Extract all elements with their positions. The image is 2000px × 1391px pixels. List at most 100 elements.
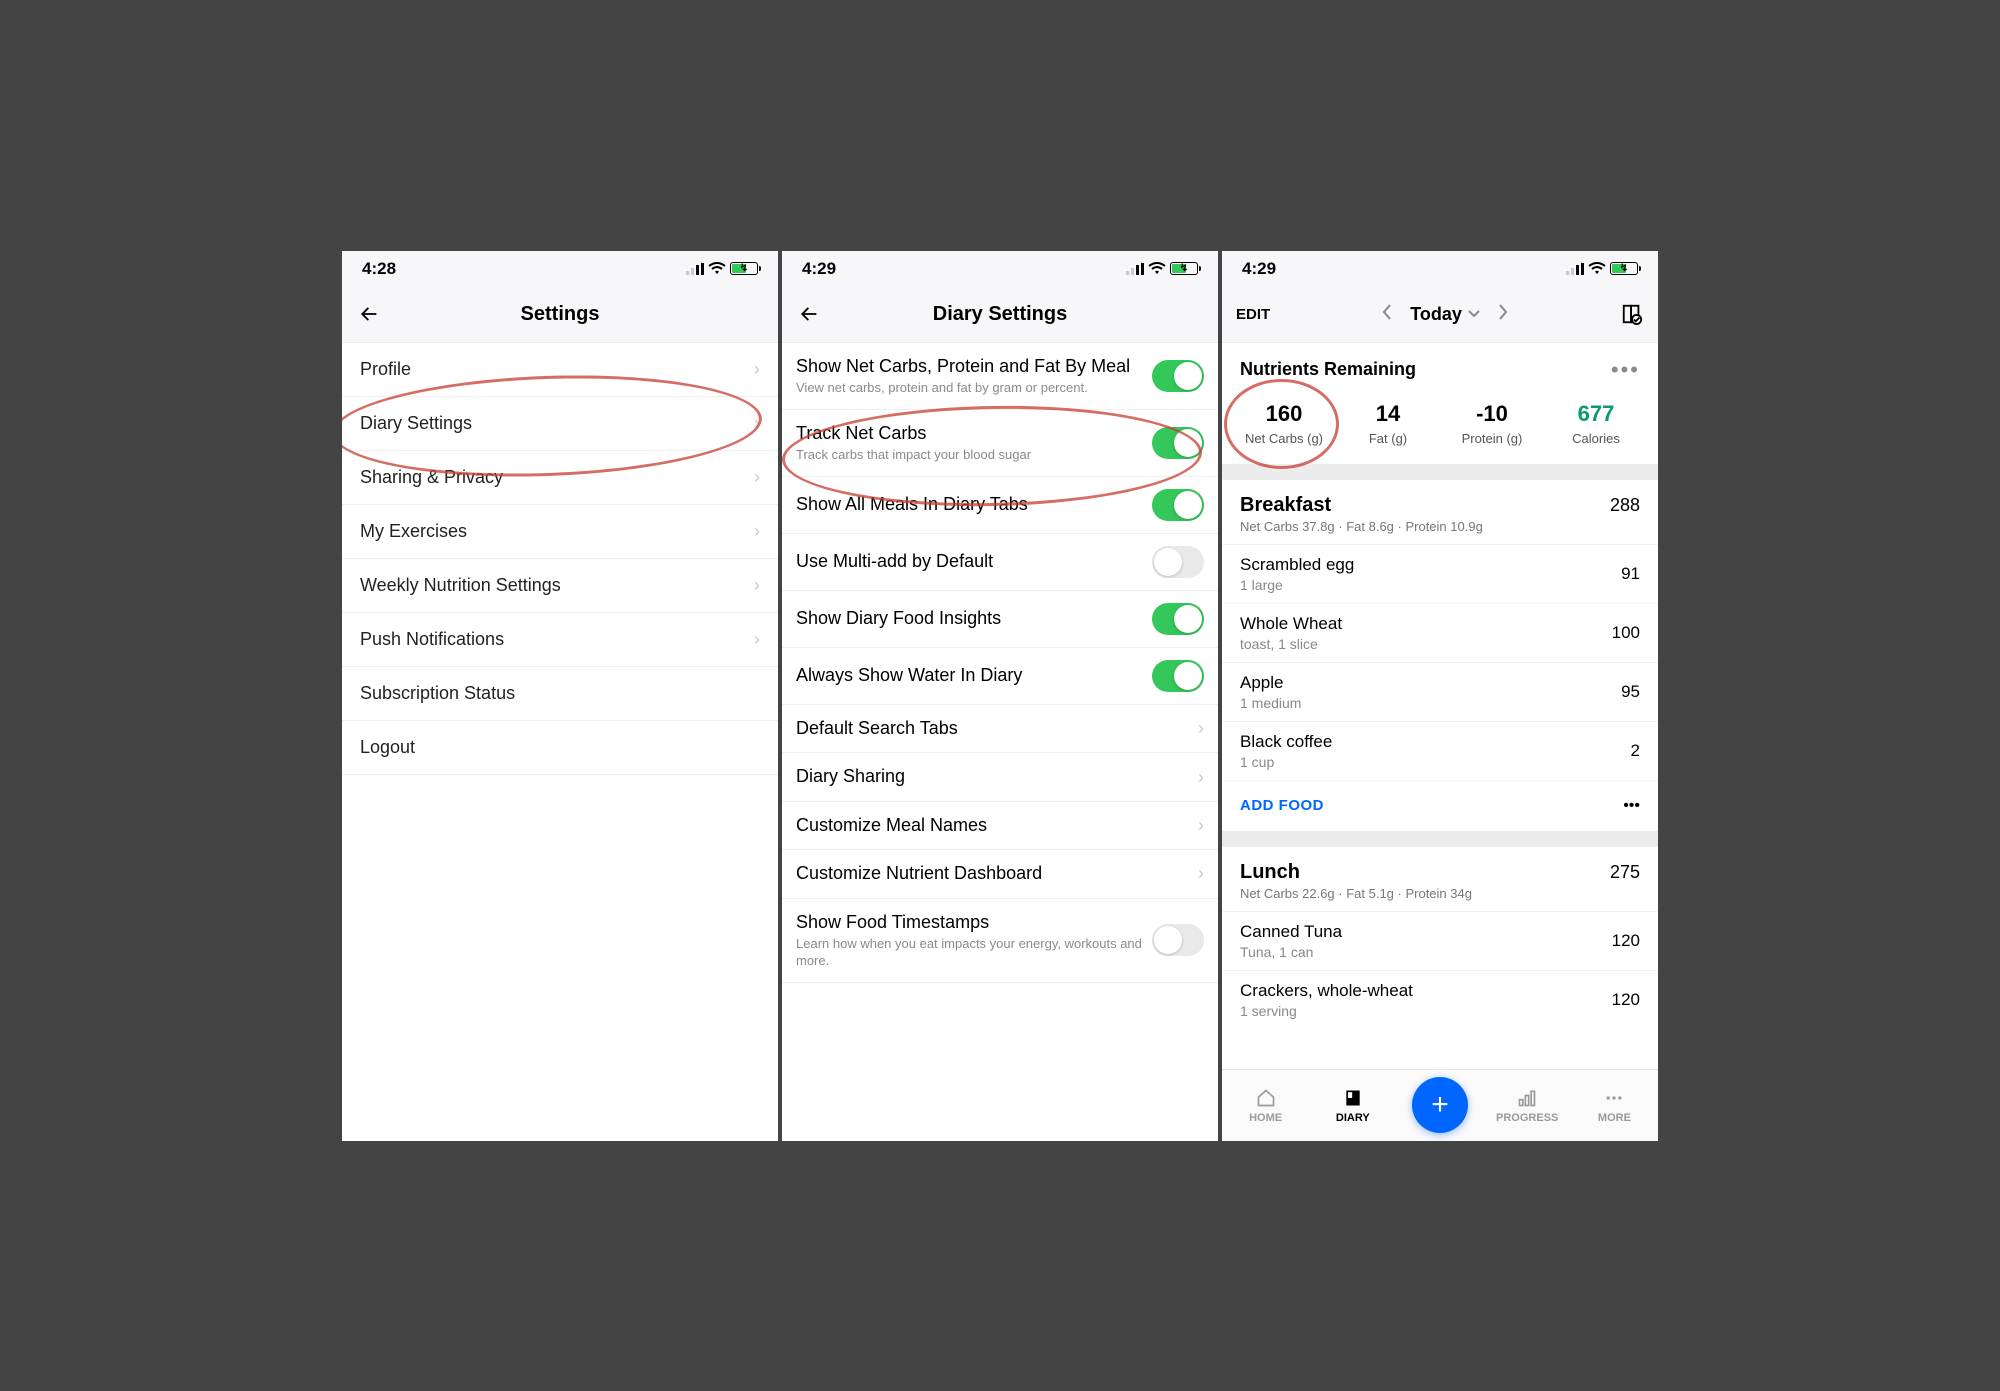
row-text: Diary Sharing <box>796 765 1198 788</box>
food-item[interactable]: Apple1 medium95 <box>1222 662 1658 721</box>
food-calories: 100 <box>1612 623 1640 643</box>
diary-setting-row[interactable]: Customize Nutrient Dashboard› <box>782 850 1218 898</box>
battery-icon: ↯ <box>1170 262 1198 275</box>
meal-header[interactable]: Lunch275Net Carbs 22.6g · Fat 5.1g · Pro… <box>1222 847 1658 911</box>
row-title: Show All Meals In Diary Tabs <box>796 493 1144 516</box>
date-dropdown[interactable]: Today <box>1410 304 1480 325</box>
tab-label: HOME <box>1249 1112 1282 1124</box>
add-food-button[interactable]: ADD FOOD <box>1240 797 1623 814</box>
meal-calories: 275 <box>1610 862 1640 883</box>
toggle-switch[interactable] <box>1152 546 1204 578</box>
tab-label: PROGRESS <box>1496 1112 1558 1124</box>
diary-setting-row[interactable]: Use Multi-add by Default <box>782 534 1218 591</box>
food-item[interactable]: Crackers, whole-wheat1 serving120 <box>1222 970 1658 1029</box>
food-name: Black coffee <box>1240 732 1631 752</box>
battery-icon: ↯ <box>730 262 758 275</box>
settings-item[interactable]: Push Notifications› <box>342 613 778 667</box>
back-button[interactable] <box>794 299 824 329</box>
row-text: Customize Meal Names <box>796 814 1198 837</box>
row-title: Customize Meal Names <box>796 814 1190 837</box>
nutrient-col: -10Protein (g) <box>1440 401 1544 446</box>
nutrient-value: 677 <box>1544 401 1648 427</box>
meal-section: Breakfast288Net Carbs 37.8g · Fat 8.6g ·… <box>1222 480 1658 847</box>
meal-header[interactable]: Breakfast288Net Carbs 37.8g · Fat 8.6g ·… <box>1222 480 1658 544</box>
meal-calories: 288 <box>1610 495 1640 516</box>
tab-label: DIARY <box>1336 1112 1370 1124</box>
food-calories: 2 <box>1631 741 1640 761</box>
row-subtitle: Track carbs that impact your blood sugar <box>796 447 1144 464</box>
divider <box>1222 464 1658 480</box>
settings-screen: 4:28 ↯ Settings Profile›Diary Settings›S… <box>342 251 778 1141</box>
toggle-switch[interactable] <box>1152 427 1204 459</box>
edit-button[interactable]: EDIT <box>1236 306 1270 323</box>
food-item[interactable]: Whole Wheattoast, 1 slice100 <box>1222 603 1658 662</box>
tab-bar: HOME DIARY + PROGRESS MORE <box>1222 1069 1658 1141</box>
diary-setting-row[interactable]: Show Diary Food Insights <box>782 591 1218 648</box>
diary-setting-row[interactable]: Show Food TimestampsLearn how when you e… <box>782 899 1218 983</box>
food-item[interactable]: Canned TunaTuna, 1 can120 <box>1222 911 1658 970</box>
row-text: Show All Meals In Diary Tabs <box>796 493 1152 516</box>
add-food-row: ADD FOOD••• <box>1222 780 1658 831</box>
settings-item[interactable]: Sharing & Privacy› <box>342 451 778 505</box>
toggle-switch[interactable] <box>1152 924 1204 956</box>
diary-setting-row[interactable]: Always Show Water In Diary <box>782 648 1218 705</box>
toggle-switch[interactable] <box>1152 489 1204 521</box>
wifi-icon <box>1586 262 1608 275</box>
back-button[interactable] <box>354 299 384 329</box>
settings-item[interactable]: Weekly Nutrition Settings› <box>342 559 778 613</box>
toggle-switch[interactable] <box>1152 660 1204 692</box>
next-day-button[interactable] <box>1498 304 1508 325</box>
diary-setting-row[interactable]: Diary Sharing› <box>782 753 1218 801</box>
diary-setting-row[interactable]: Customize Meal Names› <box>782 802 1218 850</box>
food-item[interactable]: Scrambled egg1 large91 <box>1222 544 1658 603</box>
diary-icon <box>1341 1086 1365 1110</box>
row-text: Customize Nutrient Dashboard <box>796 862 1198 885</box>
chevron-right-icon: › <box>754 575 760 596</box>
settings-item[interactable]: Profile› <box>342 343 778 397</box>
tab-progress[interactable]: PROGRESS <box>1484 1086 1571 1124</box>
diary-setting-row[interactable]: Default Search Tabs› <box>782 705 1218 753</box>
signal-icon <box>1126 263 1146 275</box>
food-calories: 120 <box>1612 931 1640 951</box>
toggle-switch[interactable] <box>1152 603 1204 635</box>
more-options-button[interactable]: ••• <box>1611 357 1640 383</box>
row-title: Track Net Carbs <box>796 422 1144 445</box>
nutrient-col: 14Fat (g) <box>1336 401 1440 446</box>
nutrient-col: 677Calories <box>1544 401 1648 446</box>
nutrient-label: Protein (g) <box>1440 431 1544 446</box>
settings-item[interactable]: Subscription Status <box>342 667 778 721</box>
settings-item-label: Push Notifications <box>360 629 754 650</box>
diary-setting-row[interactable]: Show Net Carbs, Protein and Fat By MealV… <box>782 343 1218 410</box>
row-subtitle: Learn how when you eat impacts your ener… <box>796 936 1144 970</box>
tab-label: MORE <box>1598 1112 1631 1124</box>
tab-diary[interactable]: DIARY <box>1309 1086 1396 1124</box>
food-info: Crackers, whole-wheat1 serving <box>1240 981 1612 1019</box>
toggle-switch[interactable] <box>1152 360 1204 392</box>
nutrient-label: Net Carbs (g) <box>1232 431 1336 446</box>
food-detail: 1 medium <box>1240 695 1621 711</box>
tab-add[interactable]: + <box>1396 1077 1483 1133</box>
food-item[interactable]: Black coffee1 cup2 <box>1222 721 1658 780</box>
settings-item[interactable]: Diary Settings› <box>342 397 778 451</box>
diary-setting-row[interactable]: Track Net Carbs Track carbs that impact y… <box>782 410 1218 477</box>
summary-icon[interactable] <box>1620 302 1644 326</box>
row-title: Diary Sharing <box>796 765 1190 788</box>
meal-name: Breakfast <box>1240 494 1610 517</box>
tab-home[interactable]: HOME <box>1222 1086 1309 1124</box>
tab-more[interactable]: MORE <box>1571 1086 1658 1124</box>
add-button[interactable]: + <box>1412 1077 1468 1133</box>
settings-item[interactable]: Logout <box>342 721 778 775</box>
page-title: Settings <box>384 303 736 326</box>
food-name: Apple <box>1240 673 1621 693</box>
food-name: Crackers, whole-wheat <box>1240 981 1612 1001</box>
diary-header: EDIT Today <box>1222 287 1658 343</box>
home-icon <box>1254 1086 1278 1110</box>
food-info: Black coffee1 cup <box>1240 732 1631 770</box>
prev-day-button[interactable] <box>1382 304 1392 325</box>
settings-item[interactable]: My Exercises› <box>342 505 778 559</box>
food-detail: toast, 1 slice <box>1240 636 1612 652</box>
meal-more-button[interactable]: ••• <box>1623 797 1640 815</box>
status-bar: 4:29 ↯ <box>1222 251 1658 287</box>
nutrient-col: 160Net Carbs (g) <box>1232 401 1336 446</box>
diary-setting-row[interactable]: Show All Meals In Diary Tabs <box>782 477 1218 534</box>
